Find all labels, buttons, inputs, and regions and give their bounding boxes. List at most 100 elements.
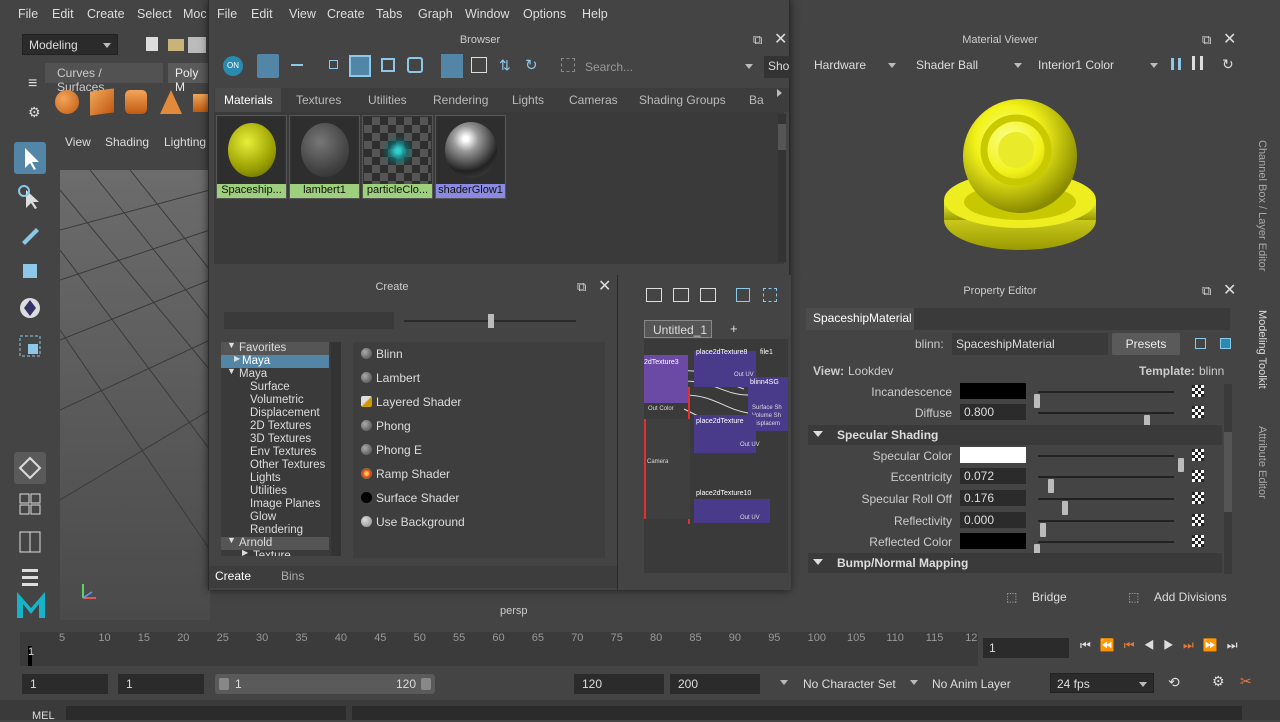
prop-tab-material[interactable]: SpaceshipMaterial [806, 308, 914, 330]
attr-value-eccentricity[interactable]: 0.072 [960, 468, 1026, 484]
map-texture-icon[interactable] [1192, 406, 1204, 418]
new-scene-icon[interactable] [146, 37, 158, 51]
attr-color-specular[interactable] [960, 447, 1026, 463]
prop-name-field[interactable]: SpaceshipMaterial [952, 333, 1108, 355]
viewport-menu-shading[interactable]: Shading [105, 135, 149, 149]
search-dropdown-icon[interactable] [745, 64, 753, 69]
save-scene-icon[interactable] [188, 37, 206, 53]
current-frame-field[interactable]: 1 [983, 638, 1069, 658]
attribute-editor-tab[interactable]: Attribute Editor [1256, 426, 1268, 499]
collapse-icon[interactable] [291, 64, 303, 66]
browser-scrollbar[interactable] [778, 114, 786, 262]
attr-slider-specular-color[interactable] [1038, 455, 1184, 472]
rotate-tool-icon[interactable] [14, 292, 46, 324]
tab-lights[interactable]: Lights [512, 93, 544, 107]
map-texture-icon[interactable] [1192, 385, 1204, 397]
attr-slider-incandescence[interactable] [1034, 391, 1174, 408]
medium-icons-icon[interactable] [349, 55, 371, 77]
tree-2d-textures[interactable]: 2D Textures [250, 420, 311, 432]
map-texture-icon[interactable] [1192, 470, 1204, 482]
tab-shading-groups[interactable]: Shading Groups [639, 93, 726, 107]
attr-slider-eccentricity[interactable] [1038, 476, 1174, 493]
create-item-ramp-shader[interactable]: Ramp Shader [353, 462, 605, 486]
map-texture-icon[interactable] [1192, 449, 1204, 461]
viewport-iconbar[interactable] [60, 155, 210, 170]
playback-end-field[interactable]: 120 [574, 674, 664, 694]
attr-color-incandescence[interactable] [960, 383, 1026, 399]
bridge-icon[interactable]: ⬚ [1006, 590, 1017, 604]
graph-canvas[interactable]: 2dTexture3 place2dTexture8 file1 blinn4S… [644, 339, 788, 573]
step-back-icon[interactable]: ⏪ [1100, 638, 1124, 652]
attr-value-reflectivity[interactable]: 0.000 [960, 512, 1026, 528]
graph-frame-all-icon[interactable] [736, 288, 750, 302]
sort-type-icon[interactable] [471, 57, 487, 73]
graph-frame-sel-icon[interactable] [763, 288, 777, 302]
tab-scroll-right-icon[interactable] [777, 89, 782, 97]
browser-view-icon[interactable] [257, 54, 279, 78]
tab-cameras[interactable]: Cameras [569, 93, 618, 107]
modeling-toolkit-tab[interactable]: Modeling Toolkit [1256, 310, 1268, 389]
range-slider-end-handle[interactable] [421, 678, 431, 690]
lasso-tool-icon[interactable] [14, 182, 46, 214]
attr-value-specular-roll-off[interactable]: 0.176 [960, 490, 1026, 506]
tree-3d-textures[interactable]: 3D Textures [250, 433, 311, 445]
refresh-icon[interactable]: ↻ [525, 56, 538, 74]
shelf-tab-curves[interactable]: Curves / Surfaces [45, 63, 163, 94]
hs-menu-edit[interactable]: Edit [251, 7, 273, 21]
loop-icon[interactable]: ⟲ [1168, 674, 1180, 691]
prop-close-icon[interactable]: ✕ [1223, 280, 1236, 300]
layout-single-icon[interactable] [14, 452, 46, 484]
filter-icon[interactable] [561, 58, 575, 72]
shelf-gear-icon[interactable]: ⚙ [28, 104, 41, 121]
time-slider[interactable]: 1 5 10 15 20 25 30 35 40 45 50 55 60 65 70 75 80 85 90 95 1… [0, 630, 1280, 670]
viewer-close-icon[interactable]: ✕ [1223, 29, 1236, 49]
tree-favorites[interactable]: Favorites [239, 342, 286, 354]
swatch-lambert1[interactable]: lambert1 [289, 115, 360, 199]
viewer-pause-icon[interactable] [1171, 58, 1181, 70]
shader-ball-dropdown[interactable]: Shader Ball [910, 55, 1028, 75]
section-specular-shading[interactable]: Specular Shading [808, 425, 1222, 445]
hs-menu-create[interactable]: Create [327, 7, 365, 21]
add-divisions-button[interactable]: Add Divisions [1154, 590, 1227, 604]
create-size-slider[interactable] [404, 314, 576, 328]
viewport-menu-lighting[interactable]: Lighting [164, 135, 206, 149]
play-back-icon[interactable]: ◀ [1144, 638, 1164, 652]
tree-favorites-maya[interactable]: Maya [242, 355, 270, 367]
environment-dropdown[interactable]: Interior1 Color [1032, 55, 1164, 75]
large-icons-icon[interactable] [381, 58, 395, 72]
poly-cylinder-icon[interactable] [125, 90, 147, 114]
attr-color-reflected[interactable] [960, 533, 1026, 549]
tree-env-textures[interactable]: Env Textures [250, 446, 316, 458]
tab-materials[interactable]: Materials [224, 93, 273, 107]
mel-label[interactable]: MEL [32, 710, 55, 722]
create-item-phong[interactable]: Phong [353, 414, 605, 438]
character-set-label[interactable]: No Character Set [803, 677, 896, 691]
select-tool-icon[interactable] [14, 142, 46, 174]
go-to-end-icon[interactable]: ⏭ [1227, 638, 1247, 652]
browser-float-icon[interactable]: ⧉ [753, 32, 762, 48]
prop-view-value[interactable]: Lookdev [848, 364, 893, 378]
tab-rendering[interactable]: Rendering [433, 93, 488, 107]
attr-slider-diffuse[interactable] [1038, 412, 1174, 429]
step-back-key-icon[interactable]: ⏮ [1124, 638, 1144, 652]
poly-cone-icon[interactable] [160, 90, 182, 114]
tree-displacement[interactable]: Displacement [250, 407, 320, 419]
tree-volumetric[interactable]: Volumetric [250, 394, 304, 406]
go-to-start-icon[interactable]: ⏮ [1080, 638, 1100, 652]
sort-time-icon[interactable]: ⇅ [499, 57, 513, 73]
section-bump-normal-mapping[interactable]: Bump/Normal Mapping [808, 553, 1222, 573]
anim-layer-label[interactable]: No Anim Layer [932, 677, 1011, 691]
graph-output-icon[interactable] [700, 288, 716, 302]
attr-value-diffuse[interactable]: 0.800 [960, 404, 1026, 420]
hs-menu-options[interactable]: Options [523, 7, 566, 21]
renderer-dropdown[interactable]: Hardware [808, 55, 902, 75]
swatch-particlecloud[interactable]: particleClo... [362, 115, 433, 199]
animation-end-field[interactable]: 200 [670, 674, 760, 694]
small-icons-icon[interactable] [329, 60, 338, 69]
viewport-menu-view[interactable]: View [65, 135, 91, 149]
xlarge-icons-icon[interactable] [407, 57, 423, 73]
map-texture-icon[interactable] [1192, 514, 1204, 526]
menu-select[interactable]: Select [137, 7, 172, 21]
presets-button[interactable]: Presets [1112, 333, 1180, 355]
tab-bake[interactable]: Ba [749, 93, 764, 107]
